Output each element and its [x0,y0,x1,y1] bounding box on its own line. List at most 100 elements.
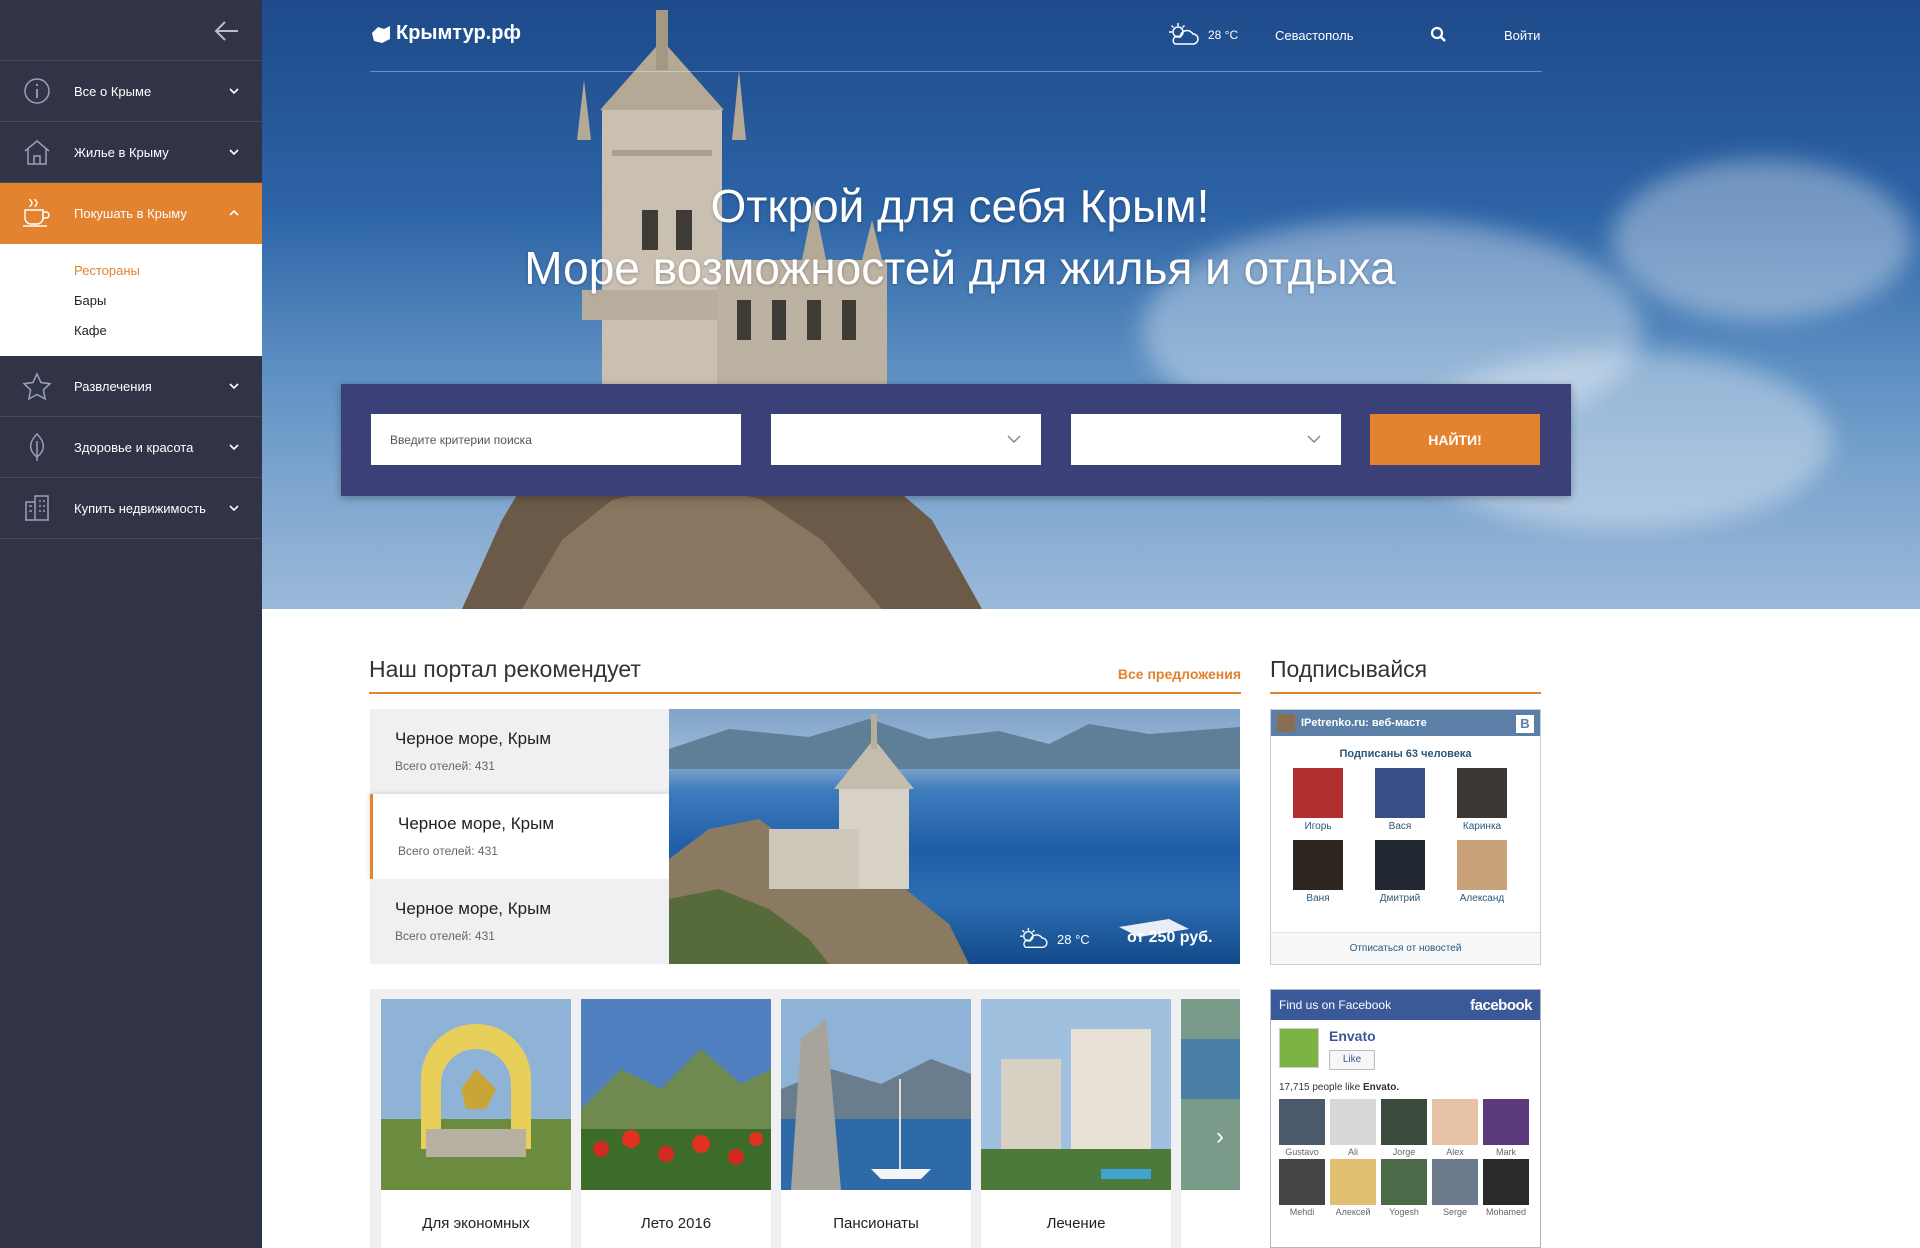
chevron-down-icon [229,444,239,451]
fb-fan[interactable]: Mehdi [1279,1159,1330,1217]
avatar [1293,768,1343,818]
search-button[interactable]: НАЙТИ! [1370,414,1540,465]
card-image-resort [981,999,1171,1190]
search-input[interactable] [371,414,741,465]
avatar [1330,1159,1376,1205]
list-item-name: Черное море, Крым [395,899,552,918]
category-card[interactable]: Пансионаты [781,999,971,1248]
avatar [1330,1099,1376,1145]
avatar [1457,840,1507,890]
search-icon[interactable] [1430,26,1446,42]
vk-member[interactable]: Игорь [1277,768,1359,840]
category-carousel: Для экономных Лето 2016 Пансионаты Лечен… [370,989,1240,1248]
list-item-name: Черное море, Крым [395,729,552,748]
sidebar-item-realty[interactable]: Купить недвижимость [0,478,262,539]
fb-like-button[interactable]: Like [1329,1050,1375,1070]
sidebar-item-label: Купить недвижимость [74,500,206,516]
list-item[interactable]: Черное море, Крым Всего отелей: 431 [370,709,670,794]
fb-fan-name: Mark [1496,1147,1516,1157]
fb-like-count-text: 17,715 people like [1279,1082,1363,1093]
fb-fan[interactable]: Jorge [1381,1099,1432,1157]
vk-member-name: Александ [1459,893,1505,904]
fb-fan[interactable]: Serge [1432,1159,1483,1217]
list-item-count: Всего отелей: 431 [395,929,495,943]
sidebar-item-about-crimea[interactable]: Все о Крыме [0,61,262,122]
category-card[interactable]: Для экономных [381,999,571,1248]
vk-group-name[interactable]: IPetrenko.ru: веб-масте [1301,717,1427,729]
vk-header: IPetrenko.ru: веб-масте B [1271,710,1540,736]
fb-fan[interactable]: Алексей [1330,1159,1381,1217]
photo-weather: 28 °C [1017,927,1090,951]
recommend-header: Наш портал рекомендует Все предложения [369,656,1241,694]
fb-fan[interactable]: Mohamed [1483,1159,1534,1217]
fb-fan[interactable]: Alex [1432,1099,1483,1157]
fb-fans-grid: Gustavo Ali Jorge Alex Mark Mehdi Алексе… [1271,1093,1540,1217]
fb-page-info: Envato Like [1271,1020,1540,1078]
category-card[interactable]: Лечение [981,999,1171,1248]
vk-widget: IPetrenko.ru: веб-масте B Подписаны 63 ч… [1270,709,1541,965]
carousel-next-button[interactable]: › [1205,1122,1235,1152]
vk-member-name: Дмитрий [1379,893,1421,904]
card-title: Лето 2016 [640,1215,712,1232]
vk-member[interactable]: Вася [1359,768,1441,840]
chevron-down-icon [229,383,239,390]
star-icon [20,369,54,403]
avatar [1375,840,1425,890]
city-selector[interactable]: Севастополь [1275,28,1354,43]
fb-header-text: Find us on Facebook [1279,998,1392,1012]
photo-temperature: 28 °C [1057,931,1090,947]
house-icon [20,135,54,169]
vk-member[interactable]: Дмитрий [1359,840,1441,912]
fb-like-count-page: Envato. [1362,1082,1400,1093]
vk-member-name: Ваня [1306,893,1330,904]
fb-fan[interactable]: Ali [1330,1099,1381,1157]
search-panel: НАЙТИ! [341,384,1571,496]
fb-header: Find us on Facebook facebook [1271,990,1540,1020]
chevron-down-icon [229,505,239,512]
hero-title-line-1: Открой для себя Крым! [710,180,1210,232]
hero-banner [262,0,1920,609]
vk-member[interactable]: Ваня [1277,840,1359,912]
site-logo[interactable]: Крымтур.рф [370,22,521,45]
fb-fan-name: Mohamed [1485,1207,1527,1217]
fb-page-name[interactable]: Envato [1329,1028,1376,1044]
card-title: Лечение [1046,1215,1106,1232]
category-card[interactable]: Лето 2016 [581,999,771,1248]
vk-logo-icon: B [1516,715,1534,733]
avatar [1293,840,1343,890]
sidebar-item-entertainment[interactable]: Развлечения [0,356,262,417]
fb-fan-name: Gustavo [1285,1147,1319,1157]
arrow-left-icon[interactable] [214,18,240,44]
fb-fan[interactable]: Yogesh [1381,1159,1432,1217]
seaside-castle-photo [669,714,1240,964]
vk-member[interactable]: Александ [1441,840,1523,912]
list-item[interactable]: Черное море, Крым Всего отелей: 431 [370,794,670,879]
sidebar-item-housing[interactable]: Жилье в Крыму [0,122,262,183]
login-link[interactable]: Войти [1504,28,1540,43]
avatar [1381,1099,1427,1145]
list-item[interactable]: Черное море, Крым Всего отелей: 431 [370,879,670,964]
fb-fan-name: Ali [1347,1147,1358,1157]
avatar [1432,1099,1478,1145]
vk-member-name: Вася [1388,821,1412,832]
search-category-select[interactable] [771,414,1041,465]
vk-unsubscribe-link[interactable]: Отписаться от новостей [1271,932,1540,964]
vk-member[interactable]: Каринка [1441,768,1523,840]
all-offers-link[interactable]: Все предложения [1118,666,1241,682]
chevron-down-icon [229,149,239,156]
fb-fan[interactable]: Mark [1483,1099,1534,1157]
facebook-logo: facebook [1470,996,1532,1014]
crimea-logo-icon [372,25,390,43]
sidebar-item-health[interactable]: Здоровье и красота [0,417,262,478]
fb-like-label: Like [1342,1054,1362,1065]
search-location-select[interactable] [1071,414,1341,465]
recommend-photo[interactable]: 28 °C от 250 руб. [669,709,1240,964]
sun-cloud-icon [1020,927,1048,948]
top-navigation: Крымтур.рф 28 °C Севастополь Войти [370,0,1542,72]
card-image-krym-arch [381,999,571,1190]
fb-fan[interactable]: Gustavo [1279,1099,1330,1157]
hero-title-line-2: Море возможностей для жилья и отдыха [524,242,1396,294]
submenu-item-cafe[interactable]: Кафе [74,316,262,346]
sidebar-item-label: Здоровье и красота [74,439,194,455]
avatar [1483,1099,1529,1145]
